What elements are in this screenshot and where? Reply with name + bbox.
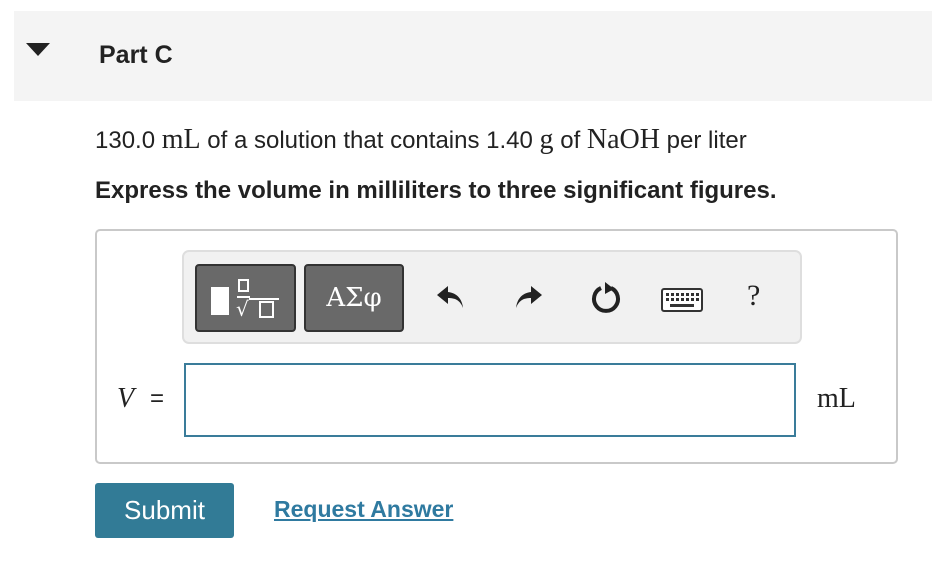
- redo-icon[interactable]: [512, 282, 544, 314]
- problem-statement: 130.0 mL of a solution that contains 1.4…: [95, 124, 747, 156]
- problem-text-3: per liter: [666, 127, 747, 154]
- unit-label: mL: [817, 383, 856, 414]
- problem-text-2: of: [560, 127, 581, 154]
- submit-button[interactable]: Submit: [95, 483, 234, 538]
- keyboard-icon[interactable]: [661, 288, 703, 312]
- math-toolbar: √ ΑΣφ ?: [182, 250, 802, 344]
- request-answer-link[interactable]: Request Answer: [274, 496, 453, 523]
- templates-icon: √: [211, 279, 279, 321]
- reset-icon[interactable]: [589, 280, 625, 316]
- answer-input[interactable]: [184, 363, 796, 437]
- problem-text-1: of a solution that contains: [207, 127, 480, 154]
- greek-symbols-button[interactable]: ΑΣφ: [304, 264, 404, 332]
- svg-text:√: √: [236, 297, 249, 321]
- problem-compound: NaOH: [586, 124, 660, 155]
- undo-icon[interactable]: [435, 282, 467, 314]
- problem-mass: 1.40: [486, 127, 533, 154]
- equals-sign: =: [150, 385, 165, 412]
- collapse-triangle-icon[interactable]: [26, 43, 50, 56]
- problem-quantity: 130.0: [95, 127, 156, 154]
- variable-label: V: [117, 383, 135, 414]
- help-icon[interactable]: ?: [747, 279, 760, 313]
- instruction-text: Express the volume in milliliters to thr…: [95, 177, 777, 204]
- part-title: Part C: [99, 41, 173, 69]
- problem-unit-g: g: [539, 124, 554, 155]
- problem-unit-ml: mL: [161, 124, 201, 155]
- templates-button[interactable]: √: [195, 264, 296, 332]
